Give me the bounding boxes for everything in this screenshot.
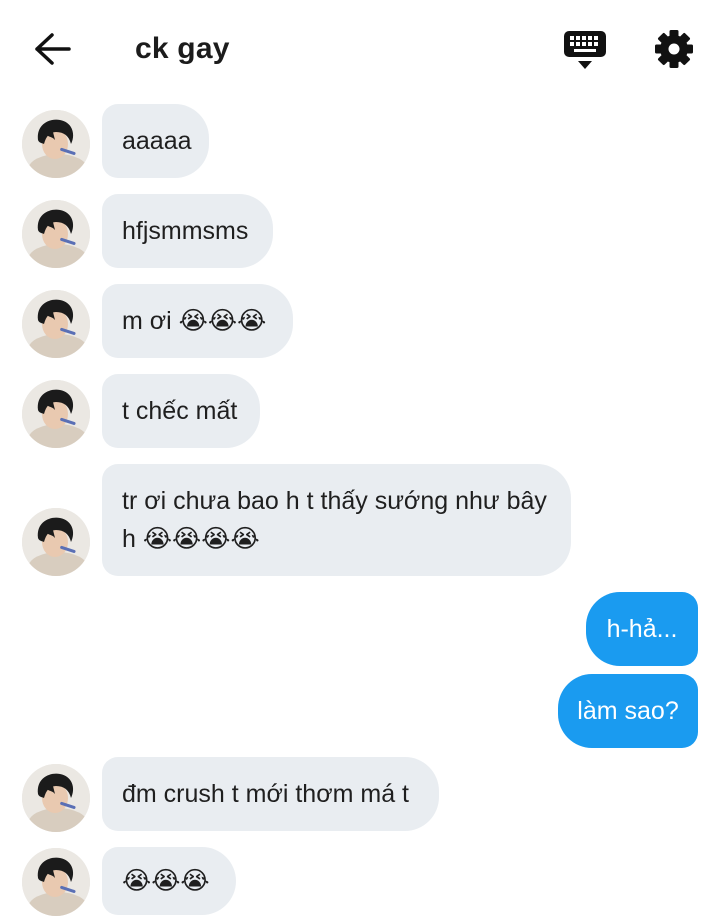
chat-title: ck gay xyxy=(135,32,230,65)
contact-avatar[interactable] xyxy=(22,110,90,178)
gear-icon[interactable] xyxy=(654,29,694,69)
keyboard-icon[interactable] xyxy=(563,29,607,71)
message-bubble-incoming[interactable]: aaaaa xyxy=(102,104,209,178)
contact-avatar[interactable] xyxy=(22,764,90,832)
message-bubble-outgoing[interactable]: làm sao? xyxy=(558,674,698,748)
chat-header: ck gay xyxy=(0,0,720,100)
message-bubble-incoming[interactable]: hfjsmmsms xyxy=(102,194,273,268)
message-bubble-incoming[interactable]: m ơi 😭😭😭 xyxy=(102,284,293,358)
message-bubble-incoming[interactable]: t chếc mất xyxy=(102,374,260,448)
message-bubble-incoming[interactable]: 😭😭😭 xyxy=(102,847,236,915)
arrow-left-icon[interactable] xyxy=(33,32,71,66)
contact-avatar[interactable] xyxy=(22,508,90,576)
message-bubble-outgoing[interactable]: h-hả... xyxy=(586,592,698,666)
message-bubble-incoming[interactable]: tr ơi chưa bao h t thấy sướng như bây h … xyxy=(102,464,571,576)
contact-avatar[interactable] xyxy=(22,200,90,268)
contact-avatar[interactable] xyxy=(22,290,90,358)
contact-avatar[interactable] xyxy=(22,380,90,448)
message-bubble-incoming[interactable]: đm crush t mới thơm má t xyxy=(102,757,439,831)
contact-avatar[interactable] xyxy=(22,848,90,916)
